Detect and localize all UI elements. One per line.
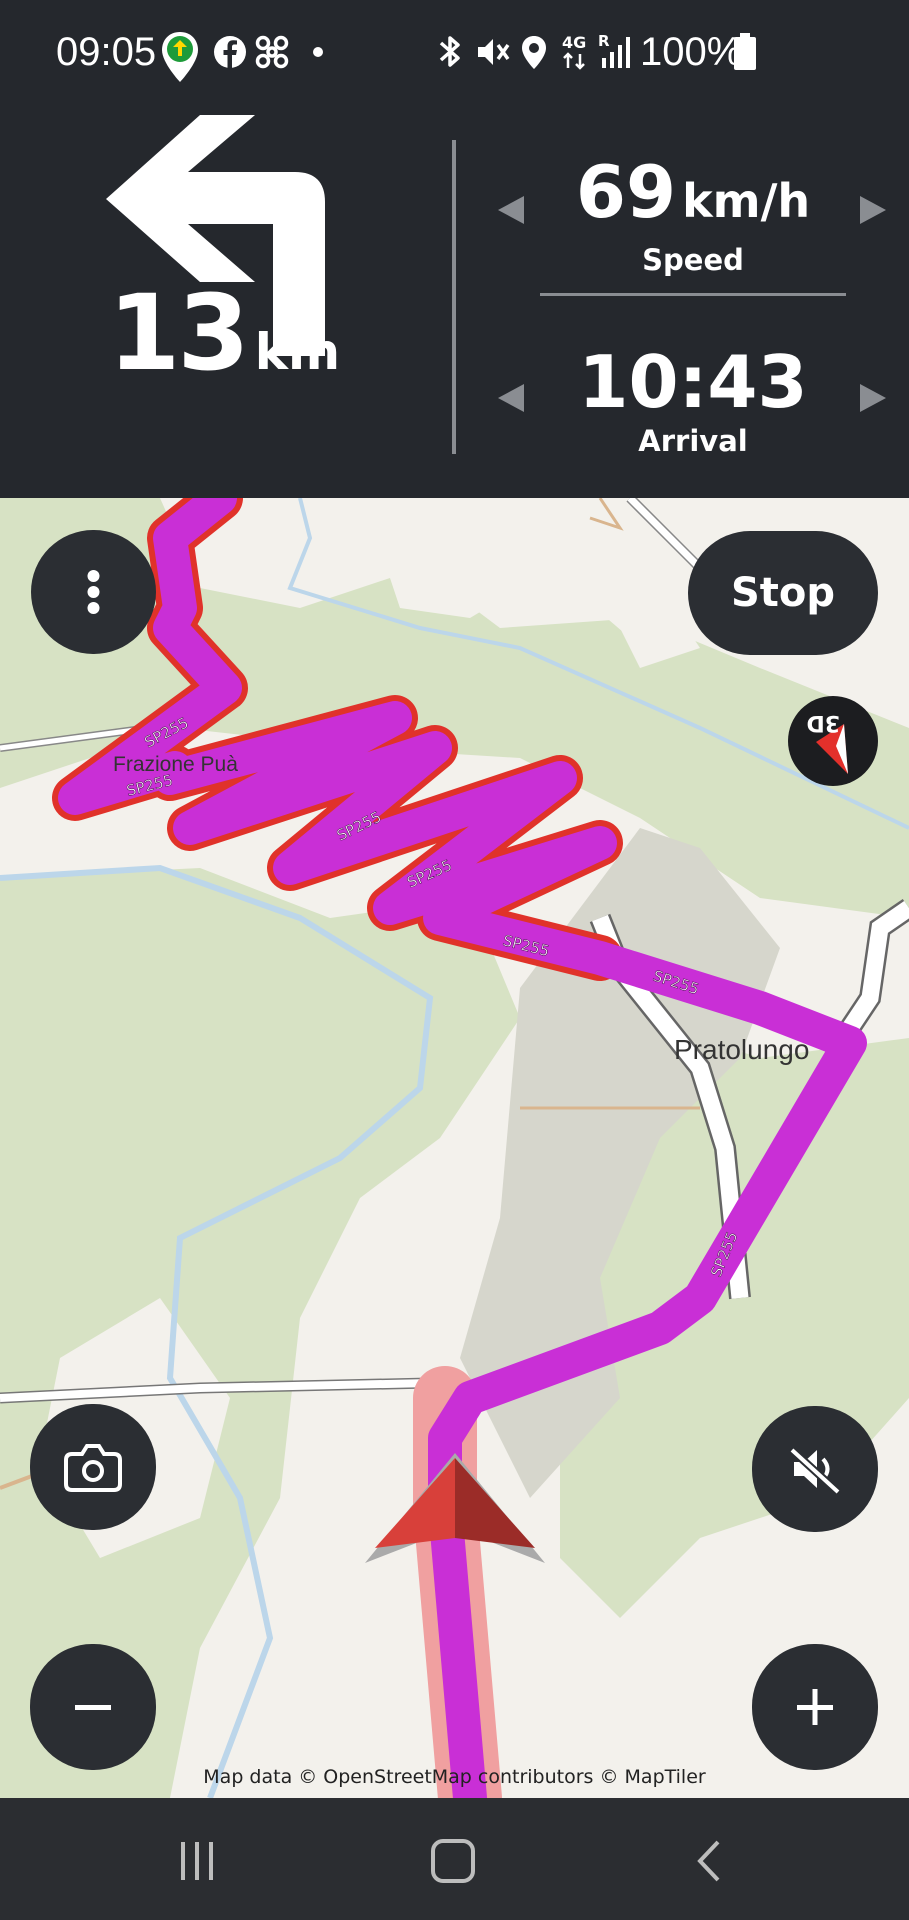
zoom-out-button[interactable]: [30, 1644, 156, 1770]
more-vert-icon: [87, 570, 100, 614]
turn-distance: 13 km: [108, 272, 340, 394]
status-time: 09:05: [56, 30, 157, 74]
stop-button[interactable]: Stop: [688, 531, 878, 655]
signal-icon: R: [598, 32, 630, 68]
compass-icon: 3D: [806, 710, 848, 774]
zoom-in-button[interactable]: [752, 1644, 878, 1770]
dot-icon: [313, 47, 323, 57]
status-bar: 09:05 4G R 100%: [0, 0, 909, 94]
map-view[interactable]: SP255 SP255 SP255 SP255 SP255 SP255 SP25…: [0, 498, 909, 1798]
menu-button[interactable]: [31, 530, 156, 654]
plus-icon: [797, 1689, 833, 1725]
system-navigation-bar: [0, 1798, 909, 1920]
speed-label: Speed: [642, 243, 744, 277]
app-notification-icon: [162, 32, 198, 82]
turn-distance-unit: km: [254, 323, 341, 381]
speed-value: 69 km/h: [520, 152, 866, 241]
facebook-icon: [214, 36, 246, 68]
speed-number: 69: [575, 150, 677, 234]
panel-divider-vertical: [452, 140, 456, 454]
svg-text:R: R: [598, 32, 610, 50]
mute-button[interactable]: [752, 1406, 878, 1532]
speed-unit: km/h: [682, 174, 811, 228]
recents-icon[interactable]: [175, 1838, 221, 1884]
compass-button[interactable]: 3D: [788, 696, 878, 786]
volume-off-icon: [789, 1447, 841, 1495]
arrival-label: Arrival: [638, 424, 748, 458]
place-label-frazione-pua: Frazione Puà: [113, 753, 238, 776]
battery-icon: [734, 33, 756, 70]
compass-3d-label: 3D: [806, 710, 840, 735]
place-label-pratolungo: Pratolungo: [674, 1034, 810, 1065]
camera-button[interactable]: [30, 1404, 156, 1530]
turn-distance-value: 13: [108, 272, 250, 394]
mute-icon: [478, 39, 510, 65]
speed-widget[interactable]: 69 km/h Speed: [520, 152, 866, 277]
minus-icon: [75, 1705, 111, 1710]
arrival-widget[interactable]: 10:43 Arrival: [520, 342, 866, 458]
battery-percent: 100%: [640, 30, 743, 74]
fan-icon: [255, 35, 289, 69]
svg-text:4G: 4G: [562, 33, 586, 52]
location-icon: [522, 36, 546, 69]
panel-divider-horizontal: [540, 293, 846, 296]
map-canvas[interactable]: SP255 SP255 SP255 SP255 SP255 SP255 SP25…: [0, 498, 909, 1798]
arrival-value: 10:43: [578, 340, 808, 424]
camera-icon: [64, 1444, 122, 1492]
bluetooth-icon: [439, 36, 460, 67]
home-icon[interactable]: [428, 1836, 478, 1886]
back-icon[interactable]: [690, 1838, 730, 1884]
